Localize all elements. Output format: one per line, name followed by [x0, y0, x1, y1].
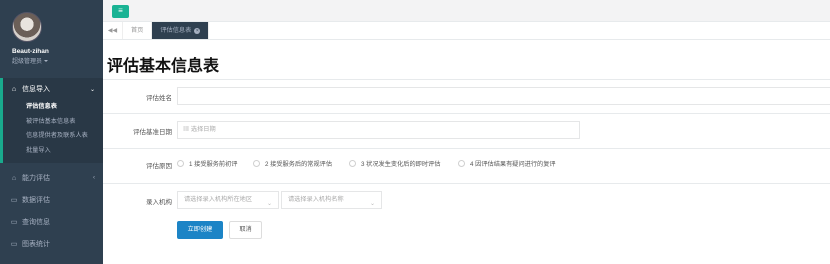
user-role-label: 超级管理员 — [12, 59, 43, 65]
sidebar-item-label: 信息导入 — [22, 86, 50, 93]
chevron-down-icon: ⌄ — [89, 86, 95, 93]
chevron-down-icon: ⌄ — [369, 201, 375, 207]
tab-bar: ◀◀ 首页 评估信息表 × — [103, 22, 830, 40]
sidebar-item-info-import[interactable]: ⌂ 信息导入 ⌄ — [3, 78, 103, 100]
radio-circle — [177, 160, 184, 167]
radio-circle — [253, 160, 260, 167]
select-placeholder: 请选择录入机构名称 — [288, 196, 344, 203]
org-region-select[interactable]: 请选择录入机构所在地区 ⌄ — [177, 191, 279, 209]
caret-down-icon — [44, 60, 49, 63]
chevron-left-icon: ‹ — [93, 175, 95, 181]
sidebar: Beaut-zihan 超级管理员 ⌂ 信息导入 ⌄ 评估信息表 被评估基本信息… — [0, 0, 103, 264]
reason-option-label: 3 状况发生变化后的即时评估 — [361, 161, 441, 168]
sidebar-subitem-assessee-basic-info[interactable]: 被评估基本信息表 — [3, 115, 103, 130]
sidebar-item-label: 查询信息 — [22, 219, 50, 226]
cancel-button[interactable]: 取消 — [229, 221, 262, 239]
reason-option-label: 4 因评估结果有疑问进行的复评 — [470, 161, 556, 168]
tab-label: 评估信息表 — [160, 27, 192, 34]
sidebar-subitem-informant-contact[interactable]: 信息提供者及联系人表 — [3, 129, 103, 144]
org-name-select[interactable]: 请选择录入机构名称 ⌄ — [281, 191, 382, 209]
sidebar-item-ability-assessment[interactable]: ⌂ 能力评估 ‹ — [0, 167, 103, 189]
base-date-label: 评估基准日期 — [133, 129, 172, 136]
assessor-name-label: 评估姓名 — [146, 95, 172, 102]
window-icon: ▭ — [10, 197, 18, 204]
base-date-input[interactable]: ▦ 选择日期 — [177, 121, 580, 139]
close-icon[interactable]: × — [194, 28, 201, 34]
org-label: 录入机构 — [146, 199, 172, 206]
chevron-down-icon: ⌄ — [266, 201, 272, 207]
reason-radio-3[interactable]: 3 状况发生变化后的即时评估 — [349, 159, 440, 168]
reason-radio-2[interactable]: 2 接受服务后的常规评估 — [253, 159, 332, 168]
window-icon: ▭ — [10, 241, 18, 248]
sidebar-nav: ⌂ 信息导入 ⌄ 评估信息表 被评估基本信息表 信息提供者及联系人表 批量导入 … — [0, 78, 103, 255]
radio-circle — [349, 160, 356, 167]
divider — [103, 148, 830, 149]
tab-assessment-info[interactable]: 评估信息表 × — [152, 22, 210, 39]
user-role-dropdown[interactable]: 超级管理员 — [12, 56, 103, 65]
sidebar-item-query-info[interactable]: ▭ 查询信息 — [0, 211, 103, 233]
calendar-icon: ▦ — [183, 126, 191, 133]
sidebar-subitem-assessment-info[interactable]: 评估信息表 — [3, 100, 103, 115]
home-icon: ⌂ — [11, 85, 17, 93]
sidebar-item-label: 数据评估 — [22, 197, 50, 204]
topbar: ≡ — [103, 0, 830, 22]
sidebar-item-label: 能力评估 — [22, 175, 50, 182]
sidebar-group-info-import: ⌂ 信息导入 ⌄ 评估信息表 被评估基本信息表 信息提供者及联系人表 批量导入 — [0, 78, 103, 163]
tab-scroll-left-icon[interactable]: ◀◀ — [103, 22, 123, 39]
date-placeholder: 选择日期 — [190, 126, 216, 133]
select-placeholder: 请选择录入机构所在地区 — [184, 196, 253, 203]
assessor-name-input[interactable] — [177, 87, 830, 105]
reason-label: 评估原因 — [146, 163, 172, 170]
user-name[interactable]: Beaut-zihan — [12, 48, 103, 55]
sidebar-submenu: 评估信息表 被评估基本信息表 信息提供者及联系人表 批量导入 — [3, 100, 103, 163]
reason-radio-4[interactable]: 4 因评估结果有疑问进行的复评 — [458, 159, 556, 168]
divider — [103, 183, 830, 184]
reason-option-label: 2 接受服务后的常规评估 — [265, 161, 333, 168]
radio-circle — [458, 160, 465, 167]
sidebar-item-data-assessment[interactable]: ▭ 数据评估 — [0, 189, 103, 211]
tab-home[interactable]: 首页 — [123, 22, 153, 39]
reason-radio-1[interactable]: 1 接受服务前初评 — [177, 159, 237, 168]
divider — [103, 79, 830, 80]
main-content: ≡ ◀◀ 首页 评估信息表 × 评估基本信息表 评估姓名 评估基准日期 ▦ 选择日… — [103, 0, 830, 264]
submit-button[interactable]: 立即创建 — [177, 221, 223, 239]
sidebar-item-label: 图表统计 — [22, 241, 50, 248]
profile: Beaut-zihan 超级管理员 — [0, 0, 103, 73]
menu-toggle-button[interactable]: ≡ — [112, 5, 129, 18]
divider — [103, 113, 830, 114]
avatar[interactable] — [12, 12, 42, 42]
page-title: 评估基本信息表 — [107, 58, 220, 75]
reason-option-label: 1 接受服务前初评 — [189, 161, 238, 168]
sidebar-item-chart-stats[interactable]: ▭ 图表统计 — [0, 233, 103, 255]
home-icon: ⌂ — [11, 174, 17, 182]
window-icon: ▭ — [10, 219, 18, 226]
sidebar-subitem-batch-import[interactable]: 批量导入 — [3, 144, 103, 159]
